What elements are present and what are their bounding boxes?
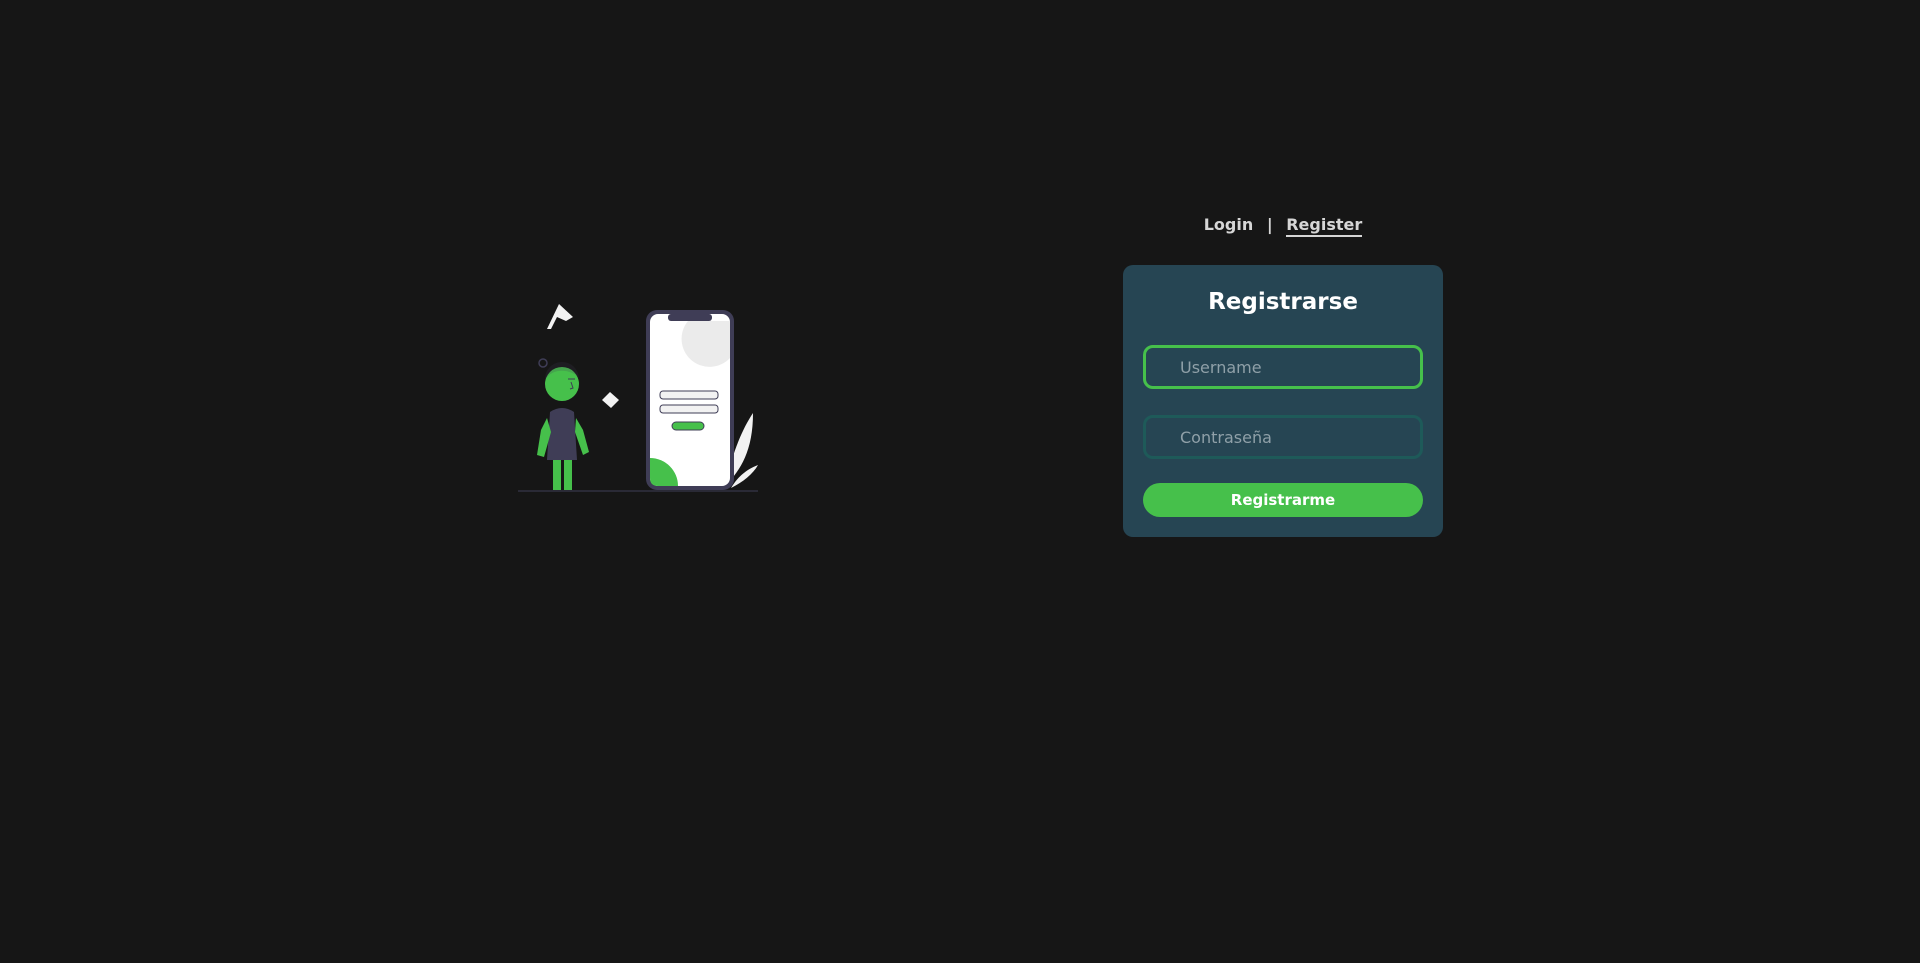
register-card: Registrarse Registrarme [1123,265,1443,537]
page: Login | Register Registrarse Registrarme [0,0,1920,963]
person-leg-right [564,460,572,490]
form-title: Registrarse [1208,289,1358,315]
register-button[interactable]: Registrarme [1143,483,1423,517]
auth-tabs: Login | Register [1123,213,1443,237]
floating-shape-icon [547,304,573,329]
person-body [547,408,577,460]
password-input[interactable] [1143,415,1423,459]
person-with-phone-illustration [518,304,758,492]
phone-field-2 [659,404,719,414]
floating-diamond-icon [602,392,619,408]
username-input[interactable] [1143,345,1423,389]
phone-notch [668,314,712,321]
person-leg-left [553,460,561,490]
phone-button [671,421,705,431]
tab-register[interactable]: Register [1286,215,1363,237]
phone-field-1 [659,390,719,400]
person-hair-bun [538,358,548,368]
person-arm-right [575,418,589,455]
tab-login[interactable]: Login [1204,215,1254,235]
tab-separator: | [1266,215,1273,234]
